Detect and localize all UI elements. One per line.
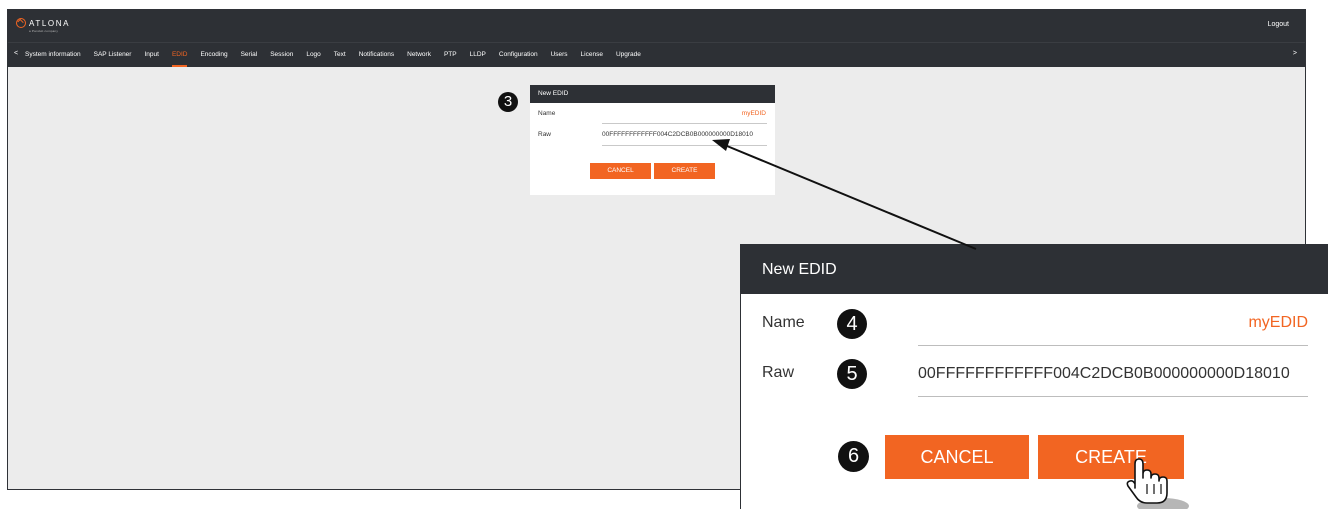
arrow-icon xyxy=(712,139,977,250)
